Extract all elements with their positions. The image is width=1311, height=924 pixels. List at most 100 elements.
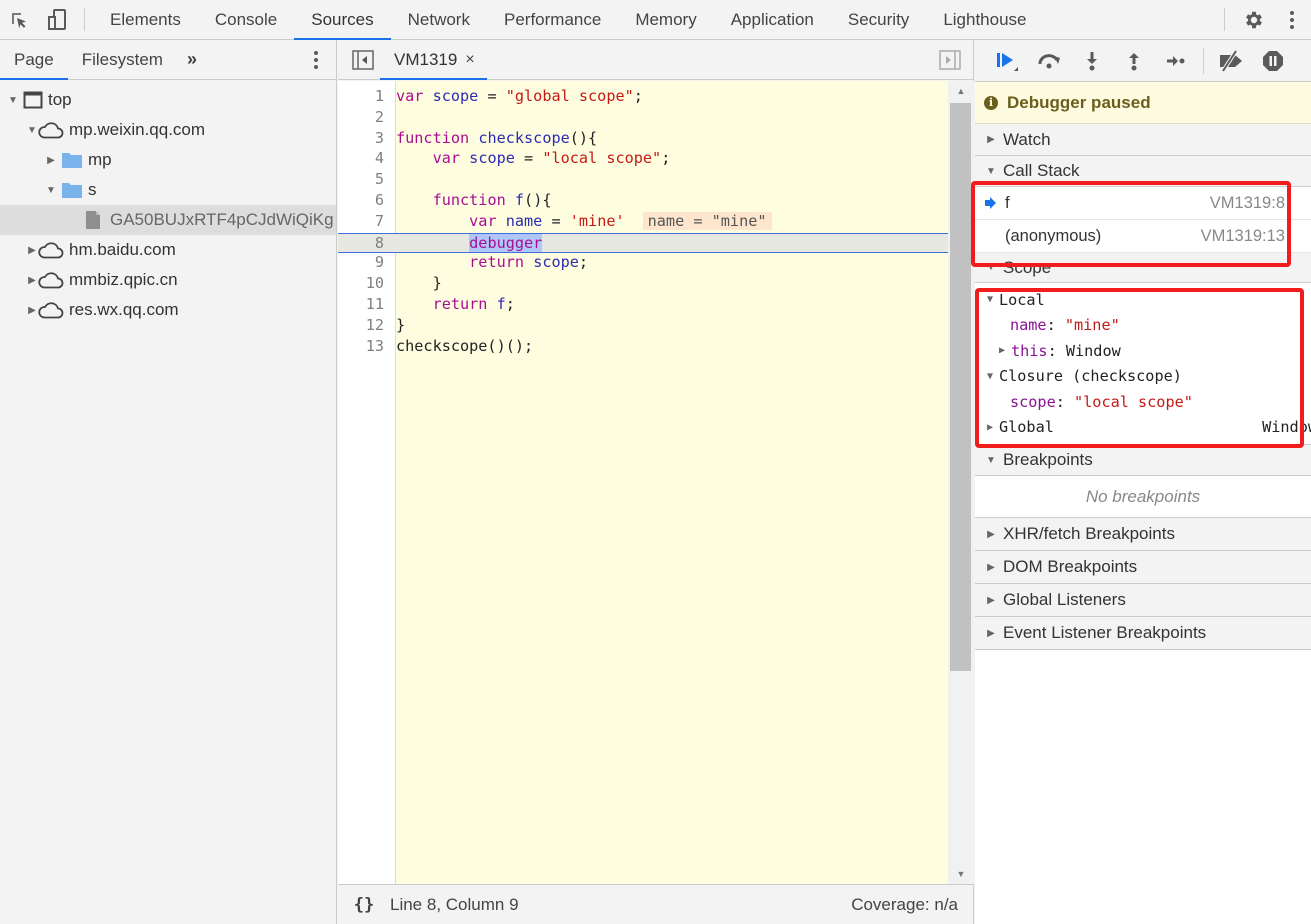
tab-memory[interactable]: Memory [618,0,713,39]
code-line[interactable]: 1 var scope = "global scope"; [338,87,948,108]
scroll-up-icon[interactable]: ▲ [948,83,974,99]
tab-lighthouse[interactable]: Lighthouse [926,0,1043,39]
global-listeners-section-header[interactable]: ▶ Global Listeners [975,584,1311,617]
resume-button[interactable] [987,46,1029,76]
tab-sources[interactable]: Sources [294,0,392,40]
line-number[interactable]: 2 [338,108,390,129]
tree-item-domain[interactable]: ▶ hm.baidu.com [0,235,336,265]
tab-network[interactable]: Network [391,0,487,39]
code-line[interactable]: 3 function checkscope(){ [338,129,948,150]
code-line[interactable]: 12} [338,316,948,337]
line-number[interactable]: 1 [338,87,390,108]
code-line[interactable]: 6 function f(){ [338,191,948,212]
code-line[interactable]: 7 var name = 'mine' name = "mine" [338,211,948,233]
line-number[interactable]: 7 [338,212,390,233]
tree-item-file[interactable]: GA50BUJxRTF4pCJdWiQiKg [0,205,336,235]
tree-item-domain[interactable]: ▶ res.wx.qq.com [0,295,336,325]
line-number[interactable]: 4 [338,149,390,170]
code-line[interactable]: 8 debugger [338,232,948,254]
line-number[interactable]: 13 [338,337,390,358]
breakpoints-section-header[interactable]: ▼ Breakpoints [975,444,1311,476]
navigator-menu-button[interactable] [296,40,336,79]
collapsed-triangle-icon[interactable]: ▶ [984,421,996,433]
device-toolbar-button[interactable] [38,0,76,39]
code-line[interactable]: 2 [338,108,948,129]
line-number[interactable]: 9 [338,253,390,274]
dom-breakpoints-section-header[interactable]: ▶ DOM Breakpoints [975,551,1311,584]
expanded-triangle-icon[interactable]: ▼ [45,184,57,196]
step-into-button[interactable] [1071,46,1113,76]
close-tab-icon[interactable]: × [465,51,474,69]
xhr-breakpoints-section-header[interactable]: ▶ XHR/fetch Breakpoints [975,518,1311,551]
line-number[interactable]: 3 [338,129,390,150]
code-line[interactable]: 5 [338,170,948,191]
file-tab-label: VM1319 [394,49,458,69]
collapsed-triangle-icon: ▶ [987,134,995,145]
code-editor[interactable]: 1 var scope = "global scope"; 2 3 function c… [338,81,974,884]
collapsed-triangle-icon[interactable]: ▶ [26,274,38,286]
tree-item-folder[interactable]: ▼ s [0,175,336,205]
code-line[interactable]: 4 var scope = "local scope"; [338,149,948,170]
line-number[interactable]: 6 [338,191,390,212]
collapsed-triangle-icon: ▶ [987,594,995,606]
scroll-down-icon[interactable]: ▼ [948,866,974,882]
scope-section-header[interactable]: ▼ Scope [975,253,1311,283]
nav-tab-filesystem[interactable]: Filesystem [68,40,177,79]
tree-item-domain[interactable]: ▶ mmbiz.qpic.cn [0,265,336,295]
line-number[interactable]: 11 [338,295,390,316]
coverage-status[interactable]: Coverage: n/a [851,895,974,915]
tab-elements[interactable]: Elements [93,0,198,39]
expanded-triangle-icon[interactable]: ▼ [7,94,19,106]
line-number[interactable]: 12 [338,316,390,337]
line-number[interactable]: 5 [338,170,390,191]
more-tabs-chevron-icon[interactable]: » [177,40,207,79]
scope-variable[interactable]: scope: "local scope" [975,389,1311,415]
frame-location-link[interactable]: VM1319:8 [1210,194,1285,213]
collapsed-triangle-icon[interactable]: ▶ [45,154,57,166]
watch-section-header[interactable]: ▶ Watch [975,124,1311,156]
tree-item-folder[interactable]: ▶ mp [0,145,336,175]
more-options-button[interactable] [1273,0,1311,39]
call-stack-section-header[interactable]: ▼ Call Stack [975,156,1311,187]
deactivate-breakpoints-button[interactable] [1210,46,1252,76]
code-line[interactable]: 11 return f; [338,295,948,316]
code-line[interactable]: 9 return scope; [338,253,948,274]
scrollbar-thumb[interactable] [950,103,971,671]
scope-global[interactable]: ▶Global Window [975,415,1311,441]
tab-security[interactable]: Security [831,0,926,39]
code-line[interactable]: 13 checkscope()(); [338,337,948,358]
call-frame[interactable]: (anonymous) VM1319:13 [975,220,1311,253]
collapsed-triangle-icon[interactable]: ▶ [996,345,1008,357]
settings-button[interactable] [1235,0,1273,39]
inspect-element-button[interactable] [0,0,38,39]
scope-closure[interactable]: ▼ Closure (checkscope) [975,364,1311,390]
tab-console[interactable]: Console [198,0,294,39]
tree-item-domain[interactable]: ▼ mp.weixin.qq.com [0,115,336,145]
step-button[interactable] [1155,46,1197,76]
scope-variable[interactable]: name: "mine" [975,313,1311,339]
collapsed-triangle-icon[interactable]: ▶ [26,244,38,256]
toggle-navigator-button[interactable] [338,40,388,79]
tab-application[interactable]: Application [714,0,831,39]
toggle-debugger-sidebar-button[interactable] [927,40,973,79]
step-out-button[interactable] [1113,46,1155,76]
expanded-triangle-icon[interactable]: ▼ [26,124,38,136]
event-listener-breakpoints-section-header[interactable]: ▶ Event Listener Breakpoints [975,617,1311,650]
code-line[interactable]: 10 } [338,274,948,295]
line-number[interactable]: 8 [338,234,390,253]
line-number[interactable]: 10 [338,274,390,295]
call-frame[interactable]: f VM1319:8 [975,187,1311,220]
collapsed-triangle-icon[interactable]: ▶ [26,304,38,316]
nav-tab-page[interactable]: Page [0,40,68,80]
frame-location-link[interactable]: VM1319:13 [1201,227,1285,246]
tree-item-top[interactable]: ▼ top [0,85,336,115]
editor-file-tab[interactable]: VM1319 × [380,40,487,80]
scope-local[interactable]: ▼ Local [975,287,1311,313]
pretty-print-button[interactable]: {} [338,895,390,915]
scope-variable[interactable]: ▶ this: Window [975,338,1311,364]
pause-on-exceptions-button[interactable] [1252,46,1294,76]
tab-performance[interactable]: Performance [487,0,618,39]
step-over-button[interactable] [1029,46,1071,76]
editor-vertical-scrollbar[interactable]: ▲ ▼ [948,81,974,884]
